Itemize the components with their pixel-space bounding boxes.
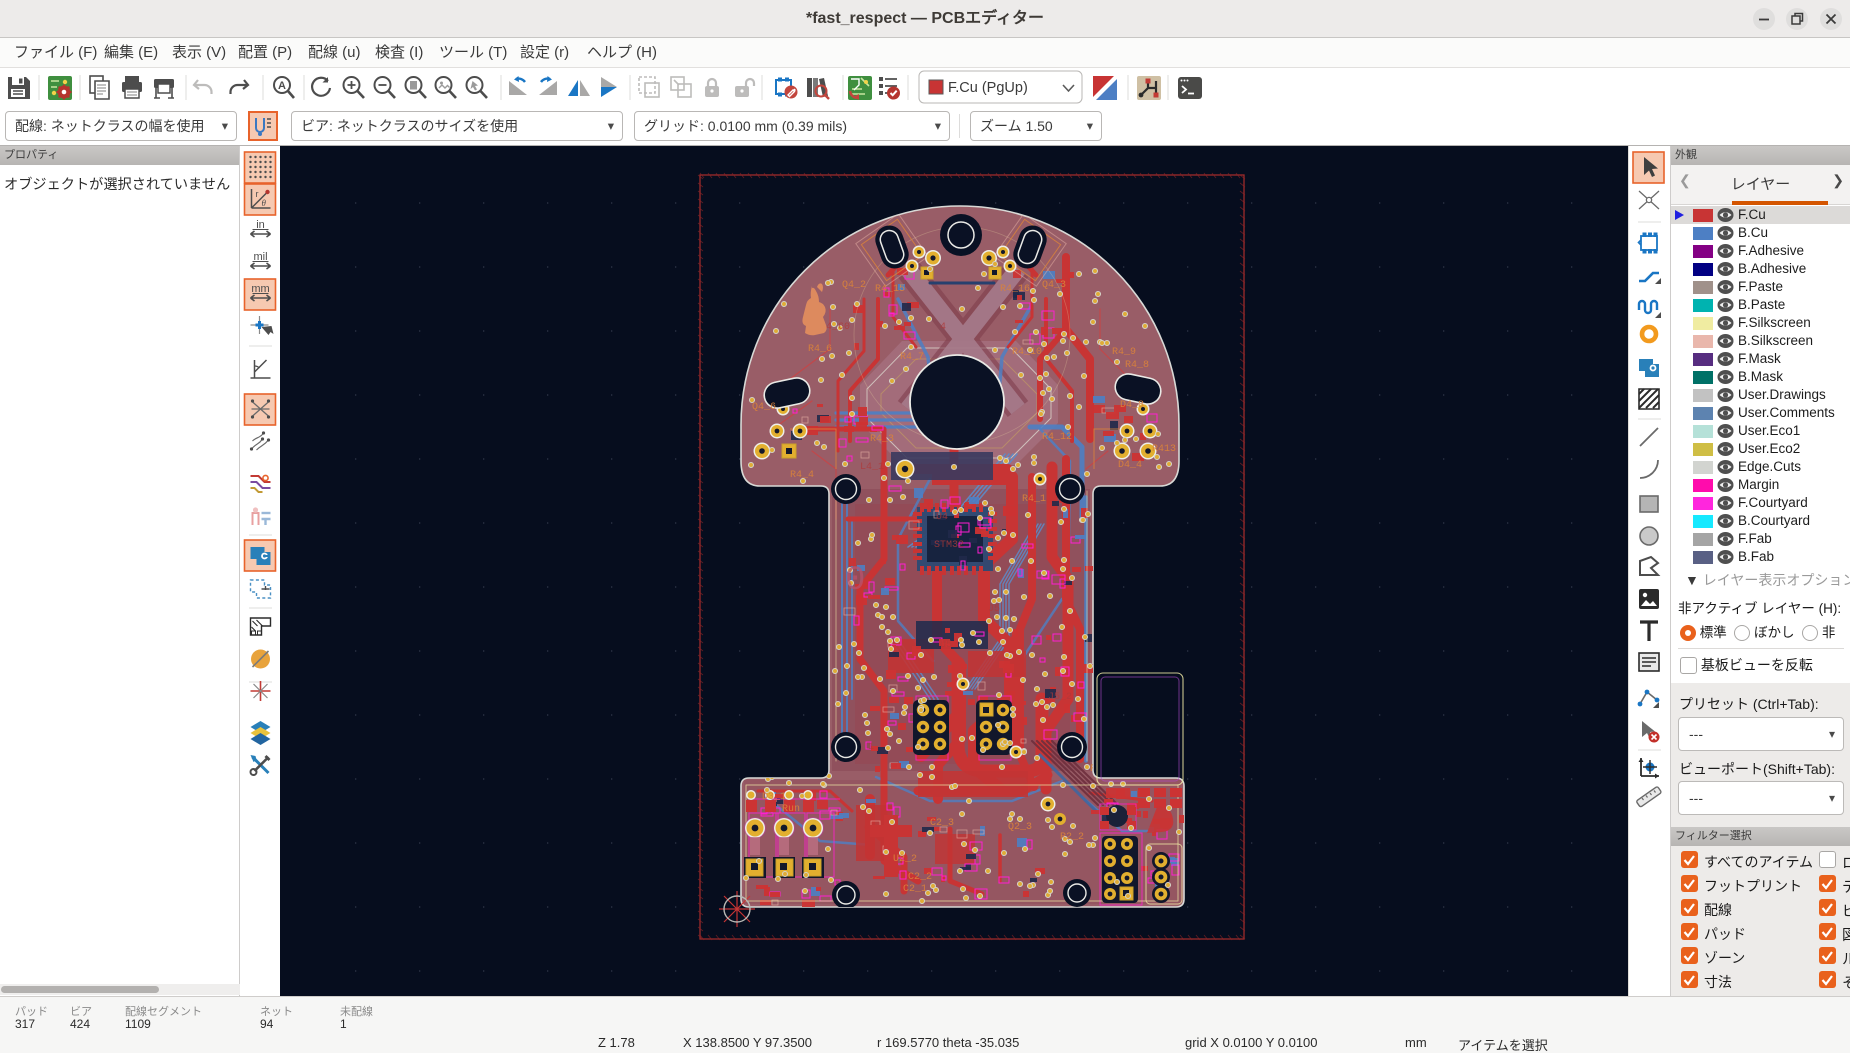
svg-text:R413: R413 [1152, 444, 1176, 455]
svg-text:Q4_3: Q4_3 [1042, 280, 1066, 291]
svg-text:Run: Run [782, 804, 800, 815]
svg-text:0: 0 [845, 562, 865, 600]
svg-text:J5: J5 [988, 604, 1000, 615]
svg-text:J5_2: J5_2 [1048, 692, 1072, 703]
svg-text:STM32: STM32 [934, 540, 964, 551]
svg-text:R4_9: R4_9 [1112, 347, 1136, 358]
svg-text:U4: U4 [936, 512, 948, 523]
svg-text:Q4_2: Q4_2 [842, 280, 866, 291]
svg-text:R2_2: R2_2 [1060, 832, 1084, 843]
svg-text:R4_12: R4_12 [1042, 432, 1072, 443]
svg-text:A: A [278, 80, 286, 92]
svg-text:F.Cu (PgUp): F.Cu (PgUp) [948, 80, 1028, 96]
svg-text:1: 1 [868, 742, 874, 753]
svg-text:D4_8: D4_8 [1120, 400, 1144, 411]
svg-text:D4_4: D4_4 [1118, 460, 1142, 471]
svg-text:U2_2: U2_2 [893, 854, 917, 865]
svg-text:R4_6: R4_6 [808, 344, 832, 355]
svg-text:D3_1: D3_1 [762, 792, 786, 803]
svg-text:C2_1: C2_1 [903, 884, 927, 895]
svg-text:R4_4: R4_4 [790, 470, 814, 481]
svg-text:Q4_6: Q4_6 [752, 402, 776, 413]
svg-text:U5: U5 [940, 640, 952, 651]
svg-text:R4_3: R4_3 [870, 434, 894, 445]
svg-text:R4_15: R4_15 [875, 284, 905, 295]
svg-text:R4_16: R4_16 [1000, 284, 1030, 295]
svg-text:θ: θ [262, 198, 267, 208]
svg-text:C2_3: C2_3 [930, 818, 954, 829]
svg-text:r: r [256, 189, 259, 199]
svg-text:R4_7: R4_7 [900, 352, 924, 363]
svg-text:4: 4 [940, 322, 946, 333]
svg-text:R4_8: R4_8 [1125, 360, 1149, 371]
svg-text:C2_2: C2_2 [908, 872, 932, 883]
svg-text:Q2_3: Q2_3 [1008, 822, 1032, 833]
svg-text:L4_1: L4_1 [860, 462, 884, 473]
svg-text:R4_1: R4_1 [1022, 494, 1046, 505]
svg-text:R4_10: R4_10 [1012, 347, 1042, 358]
